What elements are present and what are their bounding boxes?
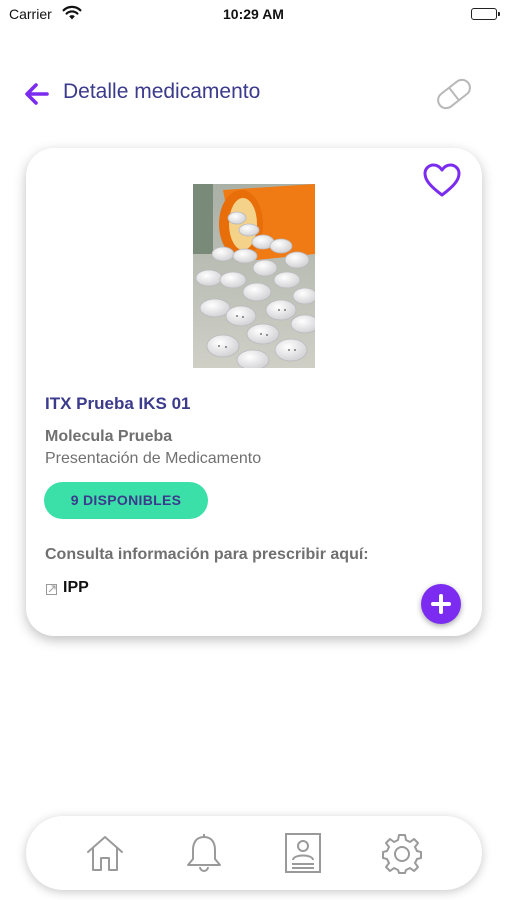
- gear-icon[interactable]: [381, 832, 423, 874]
- id-card-icon[interactable]: [282, 832, 324, 874]
- status-bar: Carrier 10:29 AM: [0, 0, 507, 30]
- page-header: Detalle medicamento: [0, 72, 507, 116]
- heart-outline-icon[interactable]: [422, 162, 462, 200]
- status-time: 10:29 AM: [223, 6, 284, 22]
- medication-image: [193, 184, 315, 368]
- external-link-icon: [46, 582, 57, 600]
- pill-icon[interactable]: [431, 74, 477, 114]
- molecule-name: Molecula Prueba: [45, 428, 173, 445]
- prescribe-info-label: Consulta información para prescribir aqu…: [45, 546, 369, 563]
- home-icon[interactable]: [84, 832, 126, 874]
- plus-circle-icon[interactable]: [421, 584, 461, 624]
- availability-badge: 9 DISPONIBLES: [44, 482, 208, 519]
- page-title: Detalle medicamento: [63, 80, 261, 103]
- bottom-nav: [26, 816, 482, 890]
- medication-name: ITX Prueba IKS 01: [45, 394, 191, 413]
- presentation-text: Presentación de Medicamento: [45, 450, 262, 467]
- bell-icon[interactable]: [183, 832, 225, 874]
- battery-icon: [471, 8, 500, 20]
- medication-card: ITX Prueba IKS 01 Molecula Prueba Presen…: [26, 148, 482, 636]
- ipp-label: IPP: [63, 579, 89, 596]
- arrow-left-icon[interactable]: [24, 82, 50, 106]
